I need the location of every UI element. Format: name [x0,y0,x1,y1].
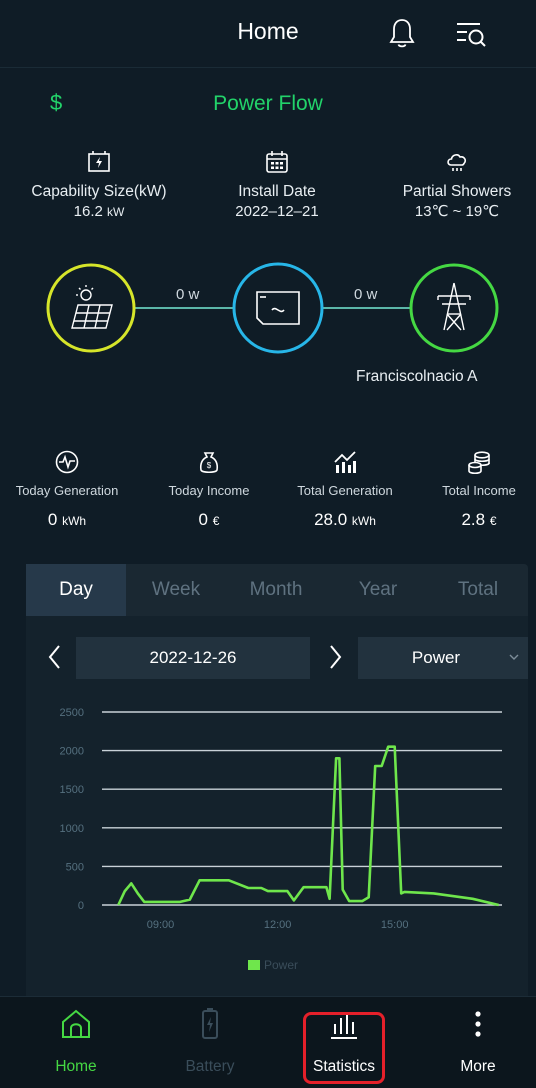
tab-total[interactable]: Total [428,564,528,616]
install-date-value: 2022–12–21 [235,203,319,220]
generation-gauge-icon [55,450,79,474]
capability-size-value: 16.2 kW [73,203,125,220]
nav-more-label: More [460,1058,496,1075]
today-generation-stat: Today Generation 0 kWh [0,448,134,530]
install-date-info: Install Date 2022–12–21 [192,148,362,222]
calendar-icon [266,151,288,173]
solar-panel-node[interactable] [46,263,136,353]
chart-legend: Power [248,958,298,972]
y-tick-label: 1500 [60,784,84,796]
svg-text:$: $ [207,461,212,470]
next-date-button[interactable] [322,640,348,674]
today-income-label: Today Income [168,483,250,498]
nav-home[interactable]: Home [26,1006,126,1076]
tab-year[interactable]: Year [328,564,428,616]
install-date-label: Install Date [238,183,316,200]
weather-label: Partial Showers [402,183,512,200]
x-tick-label: 12:00 [264,919,292,931]
today-income-value: 0 € [198,510,220,529]
total-generation-value: 28.0 kWh [314,510,376,529]
metric-select[interactable]: Power [358,637,528,679]
y-tick-label: 2000 [60,746,84,758]
grid-flow-value: 0 w [354,286,378,303]
legend-swatch [248,960,260,970]
series-line-power [117,745,500,907]
today-generation-value: 0 kWh [47,510,87,529]
date-selector[interactable]: 2022-12-26 [76,637,310,679]
battery-icon [202,1008,218,1039]
home-screen: Home $ Power Flow Capability Size(kW) 16… [0,0,536,1088]
total-generation-label: Total Generation [297,483,393,498]
cloud-rain-icon [447,154,467,171]
period-tabs: Day Week Month Year Total [26,564,528,616]
inverter-node[interactable] [232,262,324,354]
money-bag-icon: $ [199,452,219,474]
metric-select-value: Power [411,648,461,667]
coins-icon [468,451,490,475]
grid-station-name: Franciscolnacio A [356,368,478,385]
y-tick-label: 0 [78,900,84,912]
power-flow-title: Power Flow [213,92,323,115]
more-vertical-icon [475,1011,481,1037]
tab-month[interactable]: Month [226,564,326,616]
total-income-value: 2.8 € [461,510,497,529]
total-income-stat: Total Income 2.8 € [412,448,536,530]
top-bar: Home [0,0,536,68]
inverter-icon [256,291,300,325]
capability-size-label: Capability Size(kW) [31,183,167,200]
previous-date-button[interactable] [42,640,68,674]
bell-icon[interactable] [386,16,418,50]
home-icon [62,1009,90,1038]
weather-value: 13℃ ~ 19℃ [414,203,500,220]
y-tick-label: 500 [66,861,84,873]
chevron-down-icon [509,654,519,660]
grid-node[interactable] [409,263,499,353]
nav-more[interactable]: More [428,1006,528,1076]
nav-home-label: Home [55,1058,97,1075]
growth-chart-icon [334,451,356,473]
today-generation-label: Today Generation [15,483,119,498]
tab-week[interactable]: Week [126,564,226,616]
weather-info: Partial Showers 13℃ ~ 19℃ [372,148,536,222]
inverter-battery-icon [88,151,110,172]
y-tick-label: 1000 [60,823,84,835]
total-generation-stat: Total Generation 28.0 kWh [278,448,412,530]
total-income-label: Total Income [442,483,516,498]
tab-day[interactable]: Day [26,564,126,616]
nav-battery[interactable]: Battery [160,1006,260,1076]
power-line-chart: 0 500 1000 1500 2000 2500 09:00 12:00 15:00 [60,707,502,931]
y-tick-label: 2500 [60,707,84,719]
search-list-icon[interactable] [454,18,488,50]
transmission-tower-icon [437,282,471,331]
x-tick-label: 09:00 [147,919,175,931]
capability-size-info: Capability Size(kW) 16.2 kW [14,148,184,222]
today-income-stat: $ Today Income 0 € [142,448,276,530]
legend-label: Power [264,958,299,972]
x-tick-label: 15:00 [381,919,409,931]
solar-flow-value: 0 w [176,286,200,303]
solar-panel-icon [71,285,113,329]
nav-battery-label: Battery [185,1058,235,1075]
statistics-highlight-box [303,1012,385,1084]
